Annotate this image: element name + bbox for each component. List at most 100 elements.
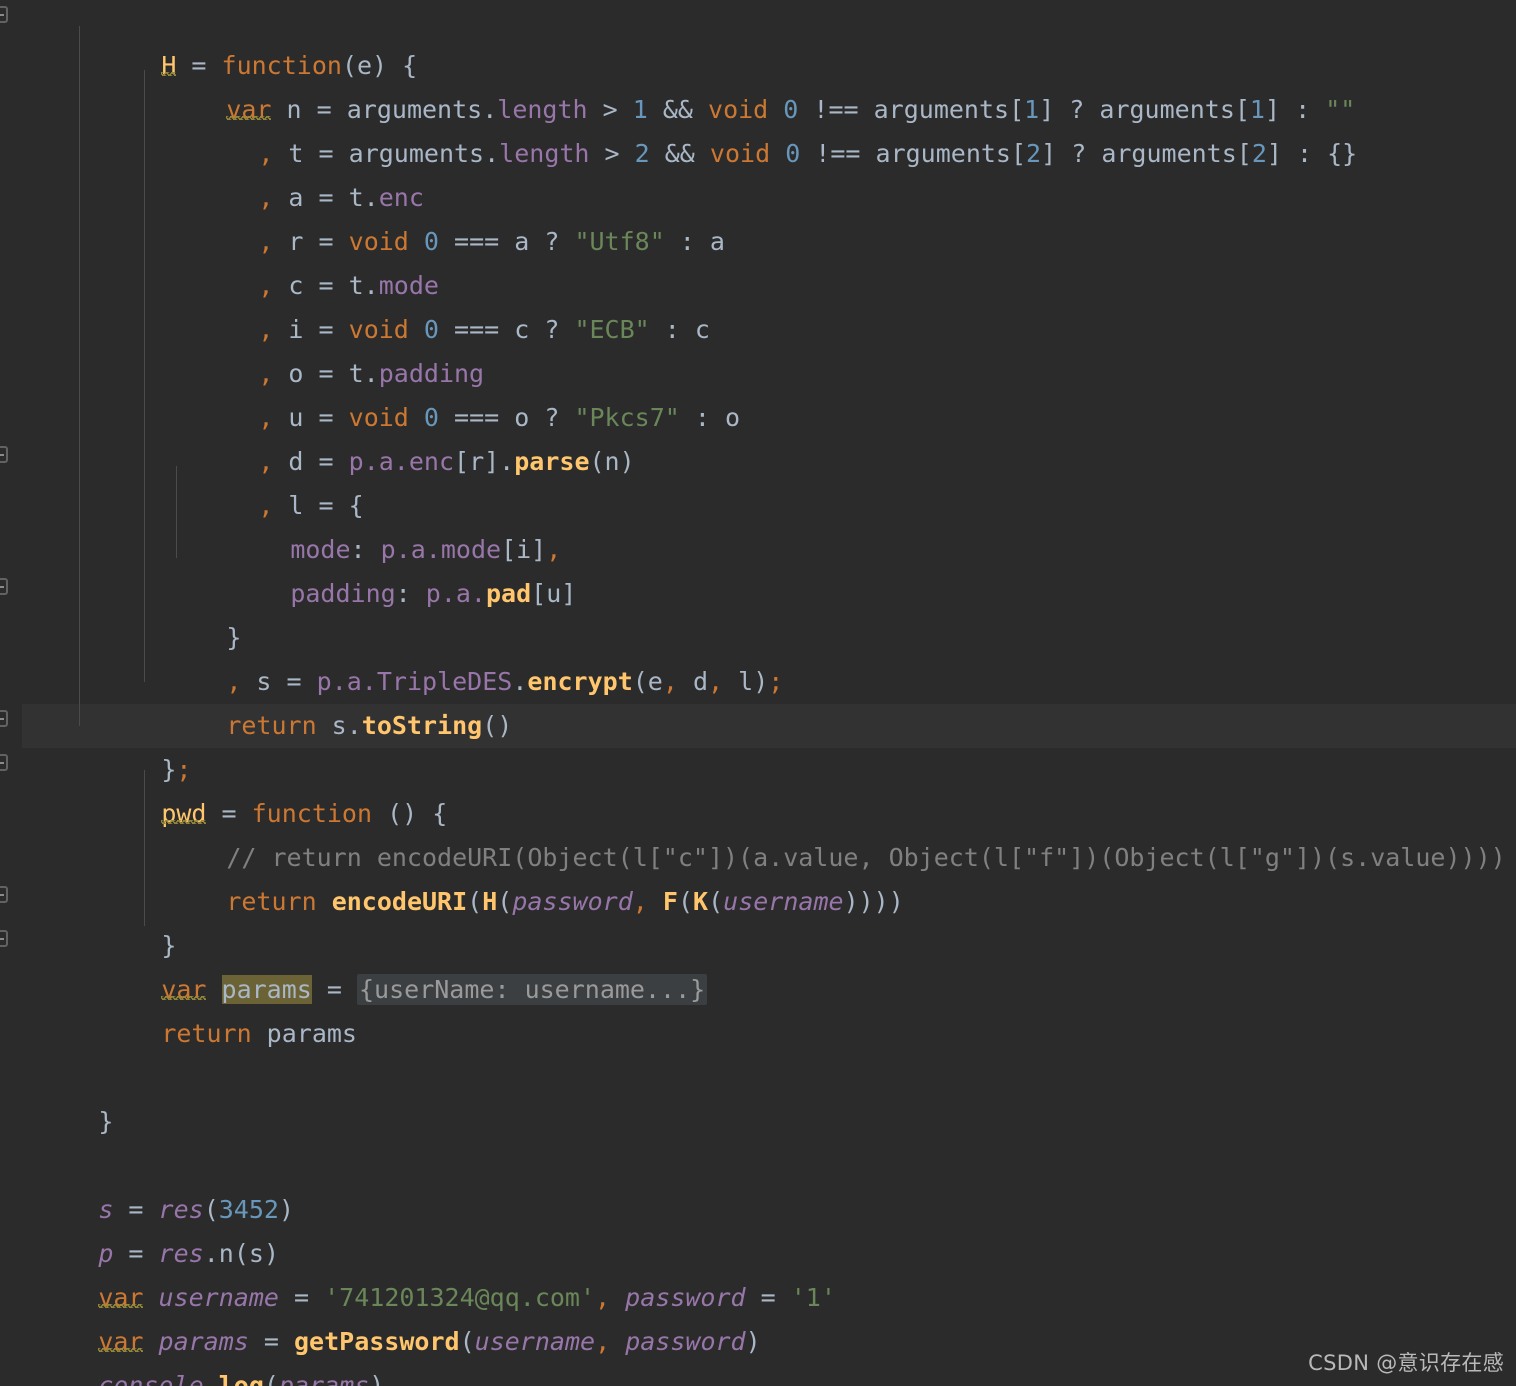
code-line[interactable]: pwd = function () { xyxy=(71,748,447,828)
token-paren: ( xyxy=(467,887,483,916)
code-line[interactable]: , s = p.a.TripleDES.encrypt(e, d, l); xyxy=(136,616,783,696)
folded-code-region[interactable]: {userName: username...} xyxy=(357,974,708,1005)
token-keyword: return xyxy=(161,1019,252,1048)
code-line[interactable]: return s.toString() xyxy=(136,660,512,740)
token-identifier: arguments[ xyxy=(1101,139,1252,168)
code-line[interactable]: , o = t.padding xyxy=(168,308,484,388)
token-identifier: s. xyxy=(316,711,362,740)
fold-marker-icon[interactable] xyxy=(0,886,8,903)
token-string: "Utf8" xyxy=(574,227,665,256)
fold-marker-icon[interactable] xyxy=(0,578,8,595)
token-colon: : xyxy=(395,579,426,608)
code-line[interactable]: , u = void 0 === o ? "Pkcs7" : o xyxy=(168,352,740,432)
code-line[interactable]: }; xyxy=(71,704,191,784)
token-dot: . xyxy=(512,667,528,696)
token-identifier: : o xyxy=(679,403,741,432)
token-paren: ( xyxy=(263,1371,279,1386)
token-keyword: return xyxy=(226,711,317,740)
token-punctuation: ] : {} xyxy=(1266,139,1358,168)
code-line[interactable]: , l = { xyxy=(168,440,363,520)
token-property: length xyxy=(499,139,590,168)
code-line[interactable]: s = res(3452) xyxy=(8,1144,294,1224)
code-line[interactable]: } xyxy=(136,572,241,652)
token-identifier: arguments[ xyxy=(875,139,1027,168)
token-number: 2 xyxy=(634,139,650,168)
token-args: () xyxy=(482,711,513,740)
fold-marker-icon[interactable] xyxy=(0,6,8,23)
code-line[interactable]: // return encodeURI(Object(l["c"])(a.val… xyxy=(136,792,1505,872)
token-number: 2 xyxy=(1026,139,1042,168)
token-comma: , xyxy=(708,667,724,696)
code-line[interactable]: var username = '741201324@qq.com', passw… xyxy=(8,1232,836,1312)
token-number: 2 xyxy=(1251,139,1267,168)
token-function-name: K xyxy=(693,887,709,916)
fold-marker-icon[interactable] xyxy=(0,710,8,727)
fold-marker-icon[interactable] xyxy=(0,930,8,947)
code-line[interactable]: var n = arguments.length > 1 && void 0 !… xyxy=(136,44,1355,124)
token-global-variable: password xyxy=(512,887,633,916)
token-paren: ) xyxy=(278,1195,295,1224)
code-line[interactable]: , a = t.enc xyxy=(168,132,424,212)
code-line[interactable]: , r = void 0 === a ? "Utf8" : a xyxy=(168,176,725,256)
token-global-variable: password xyxy=(625,1327,746,1356)
code-line[interactable]: mode: p.a.mode[i], xyxy=(200,484,561,564)
token-method-name: parse xyxy=(514,447,590,476)
token-string: '1' xyxy=(790,1283,836,1312)
code-line[interactable]: console.log(params) xyxy=(8,1320,384,1386)
token-identifier: params xyxy=(251,1019,357,1048)
code-line[interactable]: , t = arguments.length > 2 && void 0 !==… xyxy=(168,88,1357,168)
code-line[interactable]: padding: p.a.pad[u] xyxy=(200,528,576,608)
token-identifier: : c xyxy=(649,315,710,344)
code-line[interactable]: return params xyxy=(71,968,357,1048)
code-editor[interactable]: H = function(e) { var n = arguments.leng… xyxy=(0,0,1516,1386)
code-line[interactable]: var params = getPassword(username, passw… xyxy=(8,1276,760,1356)
token-paren: ( xyxy=(497,887,513,916)
token-method-name: log xyxy=(218,1371,264,1386)
token-comma: , xyxy=(595,1327,611,1356)
token-global-variable: username xyxy=(474,1327,596,1356)
token-global-variable: username xyxy=(723,887,844,916)
token-global-object: console xyxy=(98,1371,204,1386)
token-method-name: encrypt xyxy=(527,667,633,696)
token-property: enc xyxy=(408,447,455,476)
token-paren: ( xyxy=(459,1327,475,1356)
fold-marker-icon[interactable] xyxy=(0,446,8,463)
token-keyword: return xyxy=(226,887,317,916)
code-line[interactable]: , d = p.a.enc[r].parse(n) xyxy=(168,396,634,476)
token-method-name: toString xyxy=(361,711,483,740)
fold-marker-icon[interactable] xyxy=(0,754,8,771)
token-number: 0 xyxy=(770,139,801,168)
code-line[interactable]: } xyxy=(8,1056,113,1136)
code-line[interactable]: H = function(e) { xyxy=(71,0,417,80)
code-lines[interactable]: H = function(e) { var n = arguments.leng… xyxy=(0,0,1516,1386)
token-keyword: void xyxy=(709,139,771,168)
code-line[interactable]: var params = {userName: username...} xyxy=(71,924,708,1005)
token-comma: , xyxy=(632,887,648,916)
code-line[interactable]: } xyxy=(71,880,176,960)
token-paren: ( xyxy=(708,887,724,916)
code-line[interactable]: return encodeURI(H(password, F(K(usernam… xyxy=(136,836,903,916)
token-operator: !== xyxy=(800,139,876,168)
token-identifier: : a xyxy=(664,227,725,256)
token-punctuation: ] ? xyxy=(1041,139,1102,168)
token-operator: > xyxy=(589,139,635,168)
csdn-watermark: CSDN @意识存在感 xyxy=(1308,1351,1504,1375)
token-args: (e xyxy=(632,667,663,696)
token-object-path: p.a. xyxy=(425,579,486,608)
token-object-key: padding xyxy=(290,579,396,608)
token-paren: ) xyxy=(745,1327,761,1356)
token-index: [u] xyxy=(531,579,577,608)
token-function-name: F xyxy=(662,887,678,916)
token-string: "ECB" xyxy=(574,315,650,344)
code-line[interactable]: , c = t.mode xyxy=(168,220,439,300)
code-line[interactable]: p = res.n(s) xyxy=(8,1188,279,1268)
token-paren: )))) xyxy=(843,887,904,916)
token-comma: , xyxy=(662,667,678,696)
code-line[interactable]: , i = void 0 === c ? "ECB" : c xyxy=(168,264,710,344)
token-args: l) xyxy=(723,667,769,696)
token-index: [r]. xyxy=(454,447,515,476)
token-paren: ( xyxy=(677,887,694,916)
